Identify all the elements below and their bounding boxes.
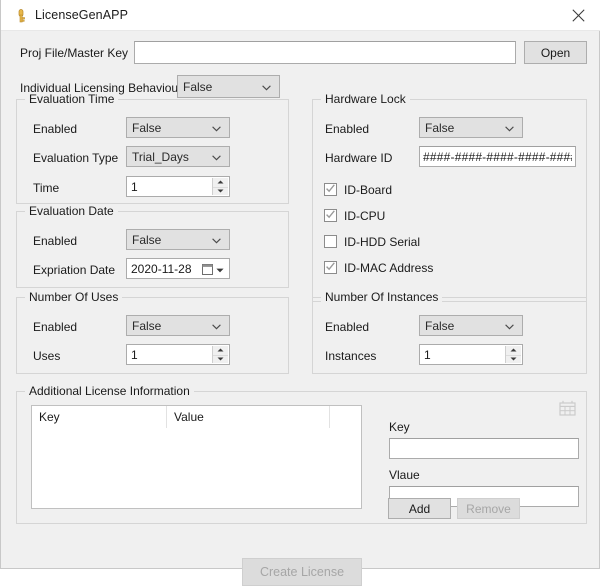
table-column-value[interactable]: Value (167, 406, 330, 428)
chevron-down-icon (212, 319, 221, 333)
stepper-down-icon[interactable] (213, 355, 228, 364)
number-of-uses-enabled-value: False (132, 318, 162, 333)
hardware-id-label: Hardware ID (325, 151, 393, 165)
chevron-down-icon (212, 121, 221, 135)
chevron-down-icon (262, 80, 271, 94)
calendar-icon[interactable] (559, 400, 576, 419)
uses-value: 1 (131, 347, 138, 362)
key-icon (13, 8, 29, 24)
checkbox-label: ID-MAC Address (344, 261, 434, 275)
evaluation-time-stepper[interactable]: 1 (126, 176, 230, 197)
evaluation-type-select[interactable]: Trial_Days (126, 146, 230, 167)
evaluation-date-enabled-select[interactable]: False (126, 229, 230, 250)
stepper-down-icon[interactable] (506, 355, 521, 364)
expiration-date-picker[interactable]: 2020-11-28 (126, 258, 230, 279)
close-button[interactable] (556, 0, 600, 31)
window-title: LicenseGenAPP (35, 8, 129, 22)
stepper-buttons (212, 346, 228, 363)
number-of-instances-enabled-select[interactable]: False (419, 315, 523, 336)
checkbox-box (324, 235, 337, 248)
create-license-label: Create License (259, 565, 345, 579)
key-input[interactable] (389, 438, 579, 459)
evaluation-type-label: Evaluation Type (33, 151, 119, 165)
proj-file-label: Proj File/Master Key (20, 46, 129, 60)
client-area: Proj File/Master Key Open Individual Lic… (2, 31, 599, 586)
number-of-uses-group: Number Of Uses Enabled False Uses 1 (16, 290, 289, 374)
calendar-icon (202, 264, 213, 278)
number-of-uses-enabled-select[interactable]: False (126, 315, 230, 336)
remove-button-label: Remove (466, 501, 511, 516)
instances-stepper[interactable]: 1 (419, 344, 523, 365)
value-field-label: Vlaue (389, 468, 420, 482)
stepper-buttons (212, 178, 228, 195)
app-window: LicenseGenAPP Proj File/Master Key Open … (0, 0, 600, 586)
hardware-lock-enabled-select[interactable]: False (419, 117, 523, 138)
hardware-lock-enabled-label: Enabled (325, 122, 370, 136)
table-column-key[interactable]: Key (32, 406, 167, 428)
hardware-id-input[interactable] (419, 146, 576, 167)
instances-label: Instances (325, 349, 377, 363)
number-of-uses-title: Number Of Uses (25, 290, 123, 304)
add-button-label: Add (408, 501, 431, 516)
check-icon (325, 183, 336, 197)
expiration-date-value: 2020-11-28 (131, 261, 192, 276)
instances-value: 1 (424, 347, 431, 362)
additional-info-table[interactable]: Key Value (31, 405, 362, 509)
open-button[interactable]: Open (524, 41, 587, 64)
number-of-uses-enabled-label: Enabled (33, 320, 78, 334)
table-header-row: Key Value (32, 406, 361, 429)
hardware-lock-group: Hardware Lock Enabled False Hardware ID … (312, 92, 587, 302)
hardware-lock-enabled-value: False (425, 120, 455, 135)
add-button[interactable]: Add (388, 498, 451, 519)
evaluation-date-group: Evaluation Date Enabled False Expriation… (16, 204, 289, 288)
number-of-instances-enabled-value: False (425, 318, 455, 333)
create-license-button: Create License (242, 558, 362, 586)
stepper-buttons (505, 346, 521, 363)
checkbox-label: ID-CPU (344, 209, 386, 223)
uses-label: Uses (33, 349, 61, 363)
individual-licensing-value: False (183, 79, 213, 94)
evaluation-date-title: Evaluation Date (25, 204, 118, 218)
table-column-filler (330, 406, 361, 428)
number-of-instances-enabled-label: Enabled (325, 320, 370, 334)
chevron-down-icon[interactable] (216, 262, 224, 276)
evaluation-date-enabled-label: Enabled (33, 234, 78, 248)
number-of-instances-group: Number Of Instances Enabled False Instan… (312, 290, 587, 374)
evaluation-time-enabled-select[interactable]: False (126, 117, 230, 138)
uses-stepper[interactable]: 1 (126, 344, 230, 365)
table-body (32, 428, 361, 508)
remove-button: Remove (457, 498, 520, 519)
chevron-down-icon (505, 121, 514, 135)
check-icon (325, 261, 336, 275)
evaluation-date-enabled-value: False (132, 232, 162, 247)
evaluation-type-value: Trial_Days (132, 149, 189, 164)
additional-license-information-title: Additional License Information (25, 384, 194, 398)
hardware-lock-title: Hardware Lock (321, 92, 410, 106)
evaluation-time-value-label: Time (33, 181, 60, 195)
number-of-instances-title: Number Of Instances (321, 290, 443, 304)
key-field-label: Key (389, 420, 410, 434)
proj-file-input[interactable] (134, 41, 516, 64)
open-button-label: Open (540, 45, 571, 60)
evaluation-time-enabled-label: Enabled (33, 122, 78, 136)
individual-licensing-select[interactable]: False (177, 75, 280, 98)
chevron-down-icon (212, 233, 221, 247)
stepper-down-icon[interactable] (213, 187, 228, 196)
evaluation-time-group: Evaluation Time Enabled False Evaluation… (16, 92, 289, 204)
evaluation-time-value: 1 (131, 179, 138, 194)
check-icon (325, 209, 336, 223)
chevron-down-icon (212, 150, 221, 164)
close-icon (572, 9, 585, 22)
chevron-down-icon (505, 319, 514, 333)
checkbox-label: ID-Board (344, 183, 393, 197)
evaluation-time-title: Evaluation Time (25, 92, 119, 106)
checkbox-label: ID-HDD Serial (344, 235, 421, 249)
evaluation-time-enabled-value: False (132, 120, 162, 135)
expiration-date-label: Expriation Date (33, 263, 116, 277)
title-bar: LicenseGenAPP (1, 0, 600, 31)
